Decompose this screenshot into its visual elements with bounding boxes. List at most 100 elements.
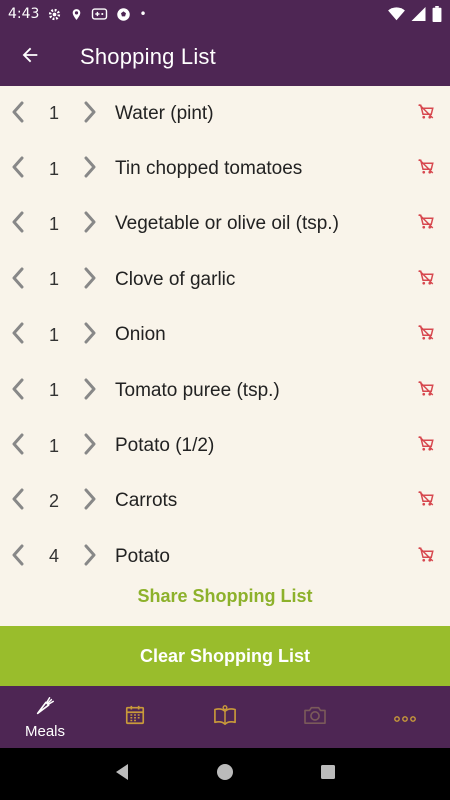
remove-from-cart-icon (417, 490, 435, 512)
chevron-right-icon (83, 156, 97, 182)
soccer-ball-icon (116, 7, 131, 22)
arrow-left-icon (19, 44, 41, 70)
increment-button[interactable] (73, 149, 107, 189)
remove-item-button[interactable] (404, 537, 448, 566)
remove-from-cart-icon (417, 103, 435, 125)
chevron-left-icon (11, 156, 25, 182)
nav-recipes[interactable] (180, 686, 270, 748)
item-name: Potato (115, 545, 170, 566)
item-name: Tomato puree (tsp.) (115, 379, 280, 401)
chevron-right-icon (83, 267, 97, 293)
list-item: 1 Potato (1/2) (0, 418, 450, 473)
chevron-right-icon (83, 322, 97, 348)
decrement-button[interactable] (1, 204, 35, 244)
increment-button[interactable] (73, 204, 107, 244)
system-recents-button[interactable] (308, 754, 348, 794)
nav-camera[interactable] (270, 686, 360, 748)
item-quantity: 1 (48, 269, 59, 290)
share-area: Share Shopping List (0, 566, 450, 626)
item-quantity: 1 (48, 213, 59, 234)
chevron-left-icon (11, 544, 25, 566)
increment-button[interactable] (73, 537, 107, 566)
more-icon (394, 708, 416, 727)
status-time: 4:43 (8, 6, 40, 22)
remove-from-cart-icon (417, 324, 435, 346)
remove-item-button[interactable] (404, 371, 448, 411)
nav-planner[interactable] (90, 686, 180, 748)
list-item: 4 Potato (0, 529, 450, 566)
chevron-left-icon (11, 101, 25, 127)
chevron-left-icon (11, 267, 25, 293)
shopping-list: 1 Water (pint) 1 Tin chopped tomatoes 1 … (0, 86, 450, 566)
chevron-left-icon (11, 378, 25, 404)
list-item: 1 Tomato puree (tsp.) (0, 363, 450, 418)
remove-from-cart-icon (417, 269, 435, 291)
decrement-button[interactable] (1, 371, 35, 411)
decrement-button[interactable] (1, 481, 35, 521)
chevron-right-icon (83, 211, 97, 237)
remove-item-button[interactable] (404, 260, 448, 300)
increment-button[interactable] (73, 94, 107, 134)
item-name: Onion (115, 324, 166, 346)
battery-icon (432, 6, 442, 22)
item-name: Potato (1/2) (115, 435, 215, 457)
bottom-nav: Meals (0, 686, 450, 748)
item-quantity: 4 (48, 546, 59, 566)
location-icon (70, 7, 83, 22)
system-home-button[interactable] (205, 754, 245, 794)
list-item: 1 Water (pint) (0, 86, 450, 141)
book-icon (213, 704, 237, 730)
settings-icon (47, 7, 62, 22)
item-name: Water (pint) (115, 102, 214, 124)
item-quantity: 1 (48, 103, 59, 124)
decrement-button[interactable] (1, 315, 35, 355)
decrement-button[interactable] (1, 260, 35, 300)
back-button[interactable] (0, 28, 60, 86)
app-bar: Shopping List (0, 28, 450, 86)
chevron-right-icon (83, 101, 97, 127)
nav-meals[interactable]: Meals (0, 686, 90, 748)
remove-from-cart-icon (417, 546, 435, 566)
remove-item-button[interactable] (404, 94, 448, 134)
chevron-left-icon (11, 433, 25, 459)
share-list-button[interactable]: Share Shopping List (137, 586, 312, 607)
chevron-right-icon (83, 544, 97, 566)
increment-button[interactable] (73, 260, 107, 300)
page-title: Shopping List (80, 44, 216, 69)
nav-more[interactable] (360, 686, 450, 748)
chevron-left-icon (11, 322, 25, 348)
increment-button[interactable] (73, 426, 107, 466)
decrement-button[interactable] (1, 537, 35, 566)
remove-item-button[interactable] (404, 204, 448, 244)
list-item: 1 Clove of garlic (0, 252, 450, 307)
system-back-button[interactable] (102, 754, 142, 794)
wifi-icon (388, 7, 405, 21)
list-item: 1 Vegetable or olive oil (tsp.) (0, 197, 450, 252)
carrot-icon (34, 695, 56, 721)
system-nav-bar (0, 748, 450, 800)
remove-item-button[interactable] (404, 149, 448, 189)
decrement-button[interactable] (1, 149, 35, 189)
chevron-right-icon (83, 378, 97, 404)
remove-item-button[interactable] (404, 426, 448, 466)
gamepad-icon (91, 7, 108, 21)
list-item: 1 Tin chopped tomatoes (0, 141, 450, 196)
item-name: Clove of garlic (115, 268, 236, 290)
decrement-button[interactable] (1, 94, 35, 134)
clear-list-button[interactable]: Clear Shopping List (0, 626, 450, 686)
circle-home-icon (216, 763, 234, 785)
item-name: Carrots (115, 490, 178, 512)
calendar-icon (124, 704, 146, 730)
increment-button[interactable] (73, 481, 107, 521)
remove-item-button[interactable] (404, 481, 448, 521)
increment-button[interactable] (73, 371, 107, 411)
chevron-left-icon (11, 488, 25, 514)
chevron-right-icon (83, 488, 97, 514)
signal-icon (411, 7, 426, 21)
chevron-left-icon (11, 211, 25, 237)
nav-meals-label: Meals (24, 722, 65, 740)
remove-from-cart-icon (417, 158, 435, 180)
decrement-button[interactable] (1, 426, 35, 466)
remove-item-button[interactable] (404, 315, 448, 355)
increment-button[interactable] (73, 315, 107, 355)
